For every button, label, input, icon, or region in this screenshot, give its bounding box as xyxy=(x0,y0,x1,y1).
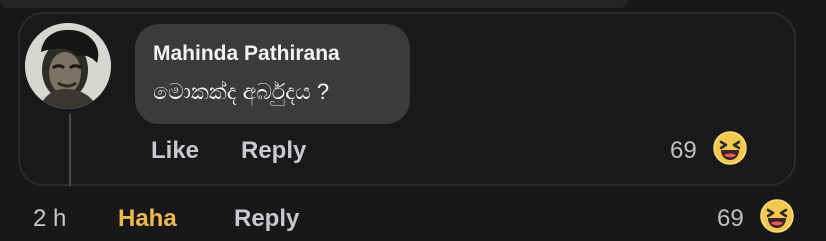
parent-reply-button[interactable]: Reply xyxy=(234,204,299,234)
reply-button[interactable]: Reply xyxy=(241,136,306,166)
haha-reaction-button[interactable]: Haha xyxy=(118,204,177,234)
comment-text: මොකක්ද අර්බුදය ? xyxy=(153,79,330,104)
thread-connector-line xyxy=(69,114,71,186)
like-button[interactable]: Like xyxy=(151,136,199,166)
previous-comment-edge xyxy=(0,0,628,8)
avatar[interactable] xyxy=(25,23,111,109)
comment-author-name[interactable]: Mahinda Pathirana xyxy=(153,40,392,68)
laughing-face-icon xyxy=(760,199,794,233)
parent-reaction-count[interactable]: 69 xyxy=(717,204,744,234)
comment-bubble: Mahinda Pathirana මොකක්ද අර්බුදය ? xyxy=(135,24,410,124)
laughing-face-icon xyxy=(713,131,747,165)
comment-timestamp[interactable]: 2 h xyxy=(33,204,66,234)
comment-thread-screen: Mahinda Pathirana මොකක්ද අර්බුදය ? Like … xyxy=(0,0,826,241)
reaction-count[interactable]: 69 xyxy=(670,136,697,166)
